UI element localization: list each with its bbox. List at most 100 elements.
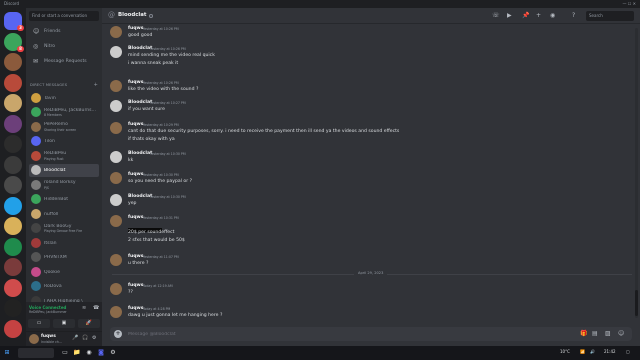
activity-button[interactable]: 🚀 xyxy=(78,319,100,328)
avatar[interactable] xyxy=(110,151,122,163)
add-friends-icon[interactable]: + xyxy=(536,12,541,19)
headphones-icon[interactable]: 🎧 xyxy=(82,335,88,341)
gif-icon[interactable]: ▤ xyxy=(592,330,598,337)
nav-friends[interactable]: ☺ Friends xyxy=(29,26,99,37)
avatar[interactable] xyxy=(110,194,122,206)
server-icon[interactable]: 8 xyxy=(4,32,24,52)
screen-share-button[interactable]: ▣ xyxy=(53,319,75,328)
video-call-icon[interactable]: ▶ xyxy=(507,12,512,19)
dm-item[interactable]: nuffoll xyxy=(29,207,99,220)
avatar[interactable] xyxy=(110,46,122,58)
server-icon[interactable] xyxy=(4,135,22,153)
message-author[interactable]: fuqws xyxy=(128,80,144,85)
avatar[interactable] xyxy=(110,172,122,184)
message-author[interactable]: fuqws xyxy=(128,172,144,177)
volume-icon[interactable]: 🔊 xyxy=(590,349,595,354)
scrollbar-thumb[interactable] xyxy=(635,290,638,316)
message-author[interactable]: Bloodclat xyxy=(128,46,152,51)
dm-item[interactable]: RoDova xyxy=(29,280,99,293)
server-icon[interactable] xyxy=(4,217,22,235)
dm-item[interactable]: Tilon xyxy=(29,135,99,148)
message-author[interactable]: fuqws xyxy=(128,306,144,311)
video-button[interactable]: ▭ xyxy=(28,319,50,328)
server-icon[interactable] xyxy=(4,94,22,112)
dm-item[interactable]: Itslan xyxy=(29,236,99,249)
notifications-icon[interactable]: ▢ xyxy=(626,349,630,354)
chat-main: @ Bloodclat ☏ ▶ 📌 + ◉ Search ? fuqws Yest… xyxy=(102,8,640,346)
gift-icon[interactable]: 🎁 xyxy=(580,330,587,337)
browser-icon[interactable]: ◉ xyxy=(84,348,94,358)
discord-taskbar-icon[interactable]: ◙ xyxy=(96,348,106,358)
message-author[interactable]: fuqws xyxy=(128,283,144,288)
server-icon[interactable] xyxy=(4,278,22,297)
settings-gear-icon[interactable]: ⚙ xyxy=(92,335,96,341)
server-icon[interactable] xyxy=(4,196,22,215)
dm-item[interactable]: ReDiBPeu Playing Rust xyxy=(29,149,99,162)
server-icon[interactable] xyxy=(4,73,22,92)
user-avatar[interactable] xyxy=(29,334,39,344)
file-explorer-icon[interactable]: 📁 xyxy=(72,348,82,358)
mic-icon[interactable]: 🎤 xyxy=(72,335,78,341)
server-icon[interactable] xyxy=(4,53,22,71)
dm-item[interactable]: roland Borksy PJS xyxy=(29,178,99,191)
steam-icon[interactable]: ⚙ xyxy=(108,348,118,358)
message-author[interactable]: Bloodclat xyxy=(128,100,152,105)
message-author[interactable]: Bloodclat xyxy=(128,151,152,156)
avatar[interactable] xyxy=(110,254,122,266)
server-icon[interactable] xyxy=(4,155,22,174)
dm-item[interactable]: ReDiBPeu, JackBurns... 8 Members xyxy=(29,106,99,119)
dm-item[interactable]: PHVNTXM xyxy=(29,251,99,264)
avatar[interactable] xyxy=(110,306,122,318)
attach-plus-icon[interactable]: + xyxy=(114,330,122,338)
emoji-icon[interactable]: ☺ xyxy=(618,330,624,337)
network-icon[interactable]: 📶 xyxy=(580,349,585,354)
pin-icon[interactable]: 📌 xyxy=(522,12,529,19)
chat-search-input[interactable]: Search xyxy=(586,11,634,21)
dm-item[interactable]: Dark BooGy Playing Genow Free Fire xyxy=(29,222,99,235)
avatar[interactable] xyxy=(110,100,122,112)
avatar[interactable] xyxy=(110,283,122,295)
nav-mail[interactable]: ✉ Message Requests xyxy=(29,56,99,67)
dm-item[interactable]: Bloodclat xyxy=(29,163,99,177)
avatar[interactable] xyxy=(110,215,122,227)
create-dm-icon[interactable]: + xyxy=(94,82,98,88)
taskbar-search[interactable] xyxy=(18,348,54,358)
noise-suppression-icon[interactable]: ≋ xyxy=(82,305,86,311)
clock[interactable]: 21:42 xyxy=(604,349,616,354)
server-icon[interactable] xyxy=(4,319,22,338)
start-icon[interactable]: ⊞ xyxy=(2,348,12,358)
server-icon[interactable] xyxy=(4,237,22,256)
message-author[interactable]: fuqws xyxy=(128,122,144,127)
nav-nitro[interactable]: ◎ Nitro xyxy=(29,41,99,52)
message-author[interactable]: fuqws xyxy=(128,254,144,259)
voice-channel[interactable]: ReDiBPeu, JackBurnmer xyxy=(29,310,67,314)
user-profile-icon[interactable]: ◉ xyxy=(550,12,555,19)
server-icon[interactable] xyxy=(4,176,22,194)
at-icon: @ xyxy=(108,11,115,19)
help-icon[interactable]: ? xyxy=(572,12,575,19)
sticker-icon[interactable]: ▨ xyxy=(605,330,611,337)
weather-temp[interactable]: 10°C xyxy=(560,349,570,354)
server-icon[interactable] xyxy=(4,258,22,276)
disconnect-icon[interactable]: ☎ xyxy=(93,305,99,311)
avatar[interactable] xyxy=(110,26,122,38)
task-view-icon[interactable]: ▭ xyxy=(60,348,70,358)
dm-search-input[interactable]: Find or start a conversation xyxy=(29,11,99,21)
voice-call-icon[interactable]: ☏ xyxy=(492,12,500,19)
dm-item[interactable]: PePeRemo Sharing their screen xyxy=(29,120,99,133)
message-author[interactable]: fuqws xyxy=(128,215,144,220)
avatar[interactable] xyxy=(110,80,122,92)
server-icon[interactable]: 3 xyxy=(4,12,24,31)
server-icon[interactable] xyxy=(4,299,22,317)
server-icon[interactable] xyxy=(4,114,22,133)
message-author[interactable]: fuqws xyxy=(128,26,144,31)
dm-item[interactable]: Qookie xyxy=(29,265,99,278)
chat-scrollbar[interactable] xyxy=(635,28,638,318)
message-input[interactable] xyxy=(128,329,508,339)
window-controls[interactable]: — ☐ ✕ xyxy=(623,0,636,8)
dm-item[interactable]: HiddenBot xyxy=(29,193,99,206)
dm-item[interactable]: Tavin xyxy=(29,91,99,104)
message-author[interactable]: Bloodclat xyxy=(128,194,152,199)
unread-badge: 3 xyxy=(17,25,24,31)
avatar[interactable] xyxy=(110,122,122,134)
